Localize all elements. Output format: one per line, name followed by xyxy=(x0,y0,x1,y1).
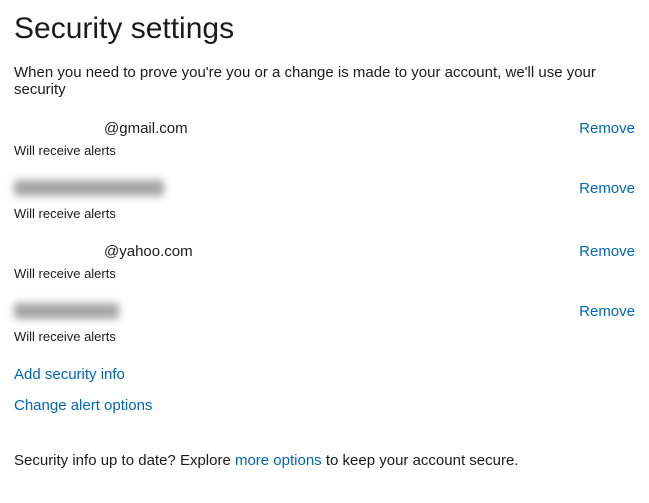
add-security-info-link[interactable]: Add security info xyxy=(14,366,635,383)
change-alert-options-link[interactable]: Change alert options xyxy=(14,397,635,414)
page-title: Security settings xyxy=(14,12,635,46)
security-info-row: @gmail.com Remove xyxy=(14,120,635,137)
remove-link[interactable]: Remove xyxy=(579,243,635,260)
footer-text: Security info up to date? Explore more o… xyxy=(14,452,635,469)
remove-link[interactable]: Remove xyxy=(579,180,635,197)
security-info-row: @yahoo.com Remove xyxy=(14,243,635,260)
security-info-value xyxy=(14,303,579,323)
redacted-value xyxy=(14,303,119,319)
footer-suffix: to keep your account secure. xyxy=(322,452,519,469)
security-info-row: Remove xyxy=(14,180,635,200)
security-info-value: @gmail.com xyxy=(14,120,579,137)
alert-status: Will receive alerts xyxy=(14,206,635,221)
remove-link[interactable]: Remove xyxy=(579,120,635,137)
footer-prefix: Security info up to date? Explore xyxy=(14,452,235,469)
alert-status: Will receive alerts xyxy=(14,143,635,158)
redacted-value xyxy=(14,180,164,196)
security-info-value: @yahoo.com xyxy=(14,243,579,260)
security-info-row: Remove xyxy=(14,303,635,323)
more-options-link[interactable]: more options xyxy=(235,452,322,469)
security-info-value xyxy=(14,180,579,200)
security-info-visible: @gmail.com xyxy=(104,120,188,137)
alert-status: Will receive alerts xyxy=(14,266,635,281)
actions-block: Add security info Change alert options xyxy=(14,366,635,414)
security-info-visible: @yahoo.com xyxy=(104,243,193,260)
alert-status: Will receive alerts xyxy=(14,329,635,344)
security-settings-page: Security settings When you need to prove… xyxy=(0,0,649,500)
intro-text: When you need to prove you're you or a c… xyxy=(14,64,635,98)
remove-link[interactable]: Remove xyxy=(579,303,635,320)
